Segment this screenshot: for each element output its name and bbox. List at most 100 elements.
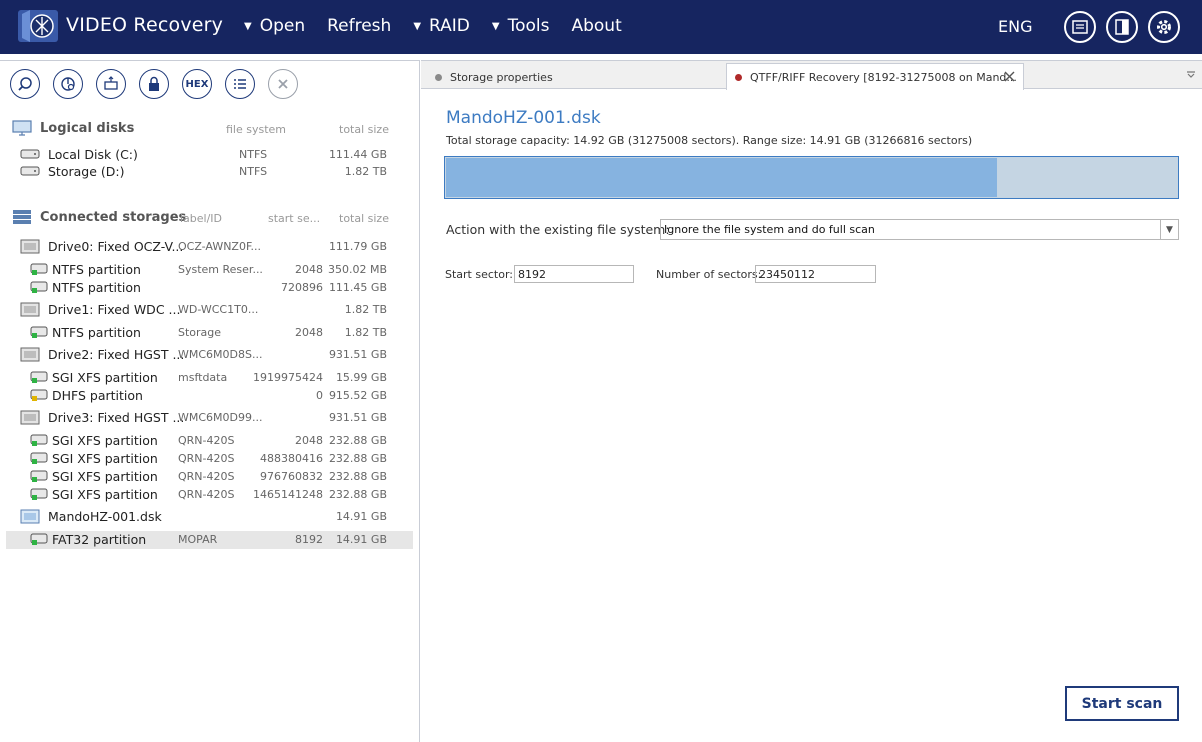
tab-bar: Storage properties QTFF/RIFF Recovery [8… (421, 61, 1202, 90)
partition-icon (30, 532, 48, 549)
panel-toggle-button[interactable] (1106, 11, 1138, 43)
create-image-button[interactable] (96, 69, 126, 99)
action-select[interactable]: Ignore the file system and do full scan … (660, 219, 1179, 240)
chevron-down-icon: ▼ (244, 20, 252, 32)
app-title: VIDEO Recovery (66, 14, 224, 36)
close-icon[interactable] (1004, 71, 1015, 82)
storage-label: WD-WCC1T0... (178, 303, 259, 316)
storage-drive-row[interactable]: Drive2: Fixed HGST ... WMC6M0D8S... 931.51… (6, 346, 413, 364)
storage-drive-row[interactable]: Drive3: Fixed HGST ... WMC6M0D99... 931.51… (6, 409, 413, 427)
chevron-down-icon[interactable]: ▼ (1160, 220, 1178, 239)
start-sector-input[interactable]: 8192 (514, 265, 634, 283)
partition-icon (30, 325, 48, 342)
storage-size: 15.99 GB (335, 371, 387, 384)
col-file-system: file system (226, 123, 287, 136)
storage-name: SGI XFS partition (52, 487, 158, 502)
storage-start-sector: 2048 (295, 434, 323, 447)
menu-raid[interactable]: ▼ RAID (413, 16, 470, 36)
start-scan-button[interactable]: Start scan (1065, 686, 1179, 721)
storage-partition-row[interactable]: SGI XFS partition QRN-420S 1465141248 232.8… (6, 486, 413, 504)
storage-partition-row[interactable]: SGI XFS partition QRN-420S 976760832 232.88… (6, 468, 413, 486)
menu-raid-label: RAID (429, 16, 470, 36)
storage-name: FAT32 partition (52, 532, 147, 547)
tab-overflow-icon[interactable] (1186, 71, 1196, 79)
lock-button[interactable] (139, 69, 169, 99)
messages-button[interactable] (1064, 11, 1096, 43)
storage-label: QRN-420S (178, 434, 235, 447)
top-bar: VIDEO Recovery ▼ Open Refresh ▼ RAID ▼ Tool… (0, 0, 1202, 54)
storage-size: 350.02 MB (327, 263, 387, 276)
connected-storages-header: Connected storages (12, 209, 186, 225)
storage-start-sector: 1919975424 (253, 371, 323, 384)
storage-name: DHFS partition (52, 388, 143, 403)
logical-disk-row[interactable]: Local Disk (C:) NTFS 111.44 GB (6, 146, 413, 164)
storage-label: QRN-420S (178, 488, 235, 501)
list-button[interactable] (225, 69, 255, 99)
partition-icon (30, 388, 48, 405)
logical-disk-name: Local Disk (C:) (48, 147, 138, 162)
storage-name: NTFS partition (52, 325, 141, 340)
chevron-down-icon: ▼ (413, 20, 422, 32)
storage-size: 232.88 GB (328, 434, 387, 447)
storage-start-sector: 1465141248 (253, 488, 323, 501)
scan-button[interactable] (53, 69, 83, 99)
physical-drive-icon (20, 302, 40, 320)
storage-size: 931.51 GB (328, 411, 387, 424)
main-panel: Storage properties QTFF/RIFF Recovery [8… (421, 60, 1202, 742)
storage-name: Drive0: Fixed OCZ-V... (48, 239, 184, 254)
col-total-size-2: total size (339, 212, 389, 225)
logical-disk-name: Storage (D:) (48, 164, 125, 179)
storage-size: 1.82 TB (344, 326, 387, 339)
range-bar-fill (446, 158, 997, 197)
close-icon (278, 79, 288, 89)
hard-drive-icon (20, 164, 40, 181)
storage-drive-row[interactable]: Drive1: Fixed WDC ... WD-WCC1T0... 1.82 TB (6, 301, 413, 319)
menu-refresh[interactable]: Refresh (327, 16, 391, 36)
language-selector[interactable]: ENG (998, 17, 1032, 36)
server-icon (13, 210, 31, 224)
storage-partition-row[interactable]: NTFS partition 720896 111.45 GB (6, 279, 413, 297)
tab-dot-icon (435, 73, 442, 81)
storage-name: SGI XFS partition (52, 370, 158, 385)
hex-editor-button[interactable]: HEX (182, 69, 212, 99)
lock-icon (149, 76, 159, 91)
storage-partition-row[interactable]: NTFS partition System Reser... 2048 350.02 … (6, 261, 413, 279)
storage-partition-row[interactable]: FAT32 partition MOPAR 8192 14.91 GB (6, 531, 413, 549)
storage-name: SGI XFS partition (52, 433, 158, 448)
num-sectors-label: Number of sectors: (656, 268, 762, 281)
storage-label: WMC6M0D8S... (178, 348, 263, 361)
chevron-down-icon: ▼ (491, 20, 500, 32)
menu-about[interactable]: About (571, 16, 621, 36)
menu-tools[interactable]: ▼ Tools (492, 16, 550, 36)
menu-open[interactable]: ▼ Open (244, 16, 305, 36)
storage-partition-row[interactable]: SGI XFS partition QRN-420S 2048 232.88 GB (6, 432, 413, 450)
gear-icon (1157, 20, 1171, 34)
storage-partition-row[interactable]: DHFS partition 0 915.52 GB (6, 387, 413, 405)
tab-recovery[interactable]: QTFF/RIFF Recovery [8192-31275008 on Man… (726, 63, 1024, 90)
storage-label: OCZ-AWNZ0F... (178, 240, 262, 253)
range-bar[interactable] (444, 156, 1179, 199)
storage-start-sector: 976760832 (260, 470, 323, 483)
panel-icon (1115, 19, 1129, 35)
logical-disk-fs: NTFS (239, 148, 268, 161)
storage-name: NTFS partition (52, 262, 141, 277)
tab-storage-properties[interactable]: Storage properties (435, 65, 553, 89)
storage-name: MandoHZ-001.dsk (446, 108, 601, 128)
tab-dot-icon (735, 73, 742, 81)
storage-partition-row[interactable]: SGI XFS partition msftdata 1919975424 15.99… (6, 369, 413, 387)
num-sectors-input[interactable]: 23450112 (755, 265, 876, 283)
close-storage-button[interactable] (268, 69, 298, 99)
storage-partition-row[interactable]: SGI XFS partition QRN-420S 488380416 232.88… (6, 450, 413, 468)
storage-drive-row[interactable]: Drive0: Fixed OCZ-V... OCZ-AWNZ0F... 111.7… (6, 238, 413, 256)
storage-size: 931.51 GB (328, 348, 387, 361)
action-label: Action with the existing file system: (446, 222, 670, 237)
settings-button[interactable] (1148, 11, 1180, 43)
partition-icon (30, 433, 48, 450)
storage-partition-row[interactable]: NTFS partition Storage 2048 1.82 TB (6, 324, 413, 342)
partition-icon (30, 469, 48, 486)
logical-disk-row[interactable]: Storage (D:) NTFS 1.82 TB (6, 163, 413, 181)
search-button[interactable] (10, 69, 40, 99)
storage-image-row[interactable]: MandoHZ-001.dsk 14.91 GB (6, 508, 413, 526)
physical-drive-icon (20, 410, 40, 428)
image-icon (104, 76, 118, 90)
